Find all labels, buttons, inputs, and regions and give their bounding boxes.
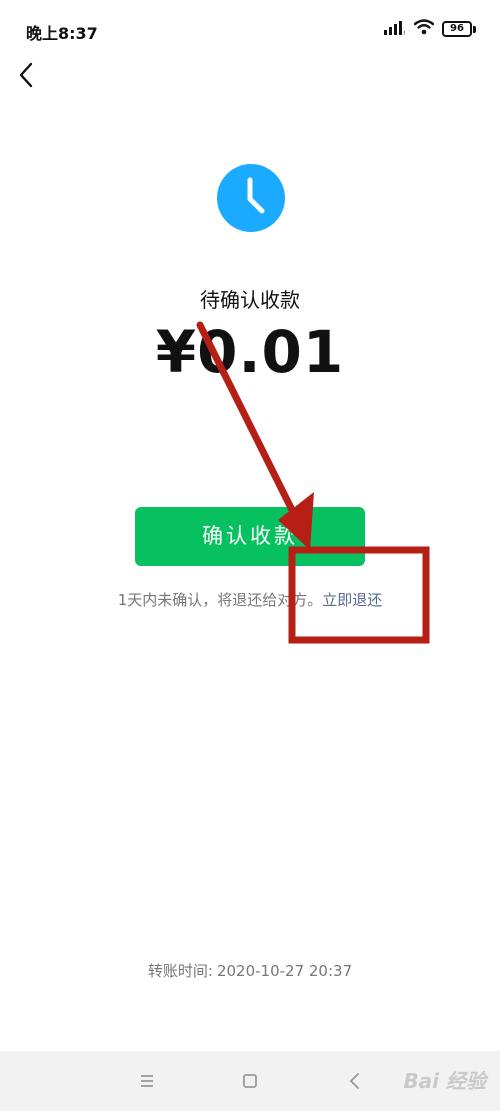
watermark: Bai 经验 bbox=[403, 1069, 486, 1093]
system-nav-bar: Bai 经验 bbox=[0, 1051, 500, 1111]
transfer-time-value: 2020-10-27 20:37 bbox=[216, 962, 353, 980]
transfer-time: 转账时间: 2020-10-27 20:37 bbox=[0, 960, 500, 981]
status-bar: 晚上8:37 ! 96 bbox=[0, 0, 500, 60]
transfer-time-label: 转账时间: bbox=[147, 962, 213, 980]
notice: 1天内未确认，将退还给对方。立即退还 bbox=[0, 589, 500, 610]
signal-icon: ! bbox=[384, 20, 406, 39]
return-now-link[interactable]: 立即退还 bbox=[322, 591, 382, 609]
confirm-receipt-button[interactable]: 确认收款 bbox=[135, 507, 365, 566]
amount: ¥0.01 bbox=[155, 318, 345, 386]
chevron-left-icon bbox=[19, 62, 33, 88]
status-time: 晚上8:37 bbox=[26, 24, 98, 43]
back-button[interactable] bbox=[12, 58, 42, 92]
home-icon[interactable] bbox=[232, 1063, 268, 1099]
screen: 晚上8:37 ! 96 待确认收款 ¥0.01 确认收款 1天内未确认，将退还给… bbox=[0, 0, 500, 1111]
svg-text:!: ! bbox=[403, 30, 405, 35]
back-icon[interactable] bbox=[337, 1063, 373, 1099]
wifi-icon bbox=[413, 19, 435, 39]
status-title: 待确认收款 bbox=[200, 288, 300, 312]
battery-level: 96 bbox=[442, 21, 472, 37]
battery-icon: 96 bbox=[442, 21, 476, 37]
menu-icon[interactable] bbox=[129, 1063, 165, 1099]
notice-text: 1天内未确认，将退还给对方。 bbox=[117, 591, 323, 609]
status-icons: ! 96 bbox=[384, 18, 476, 40]
clock-icon bbox=[217, 164, 285, 232]
